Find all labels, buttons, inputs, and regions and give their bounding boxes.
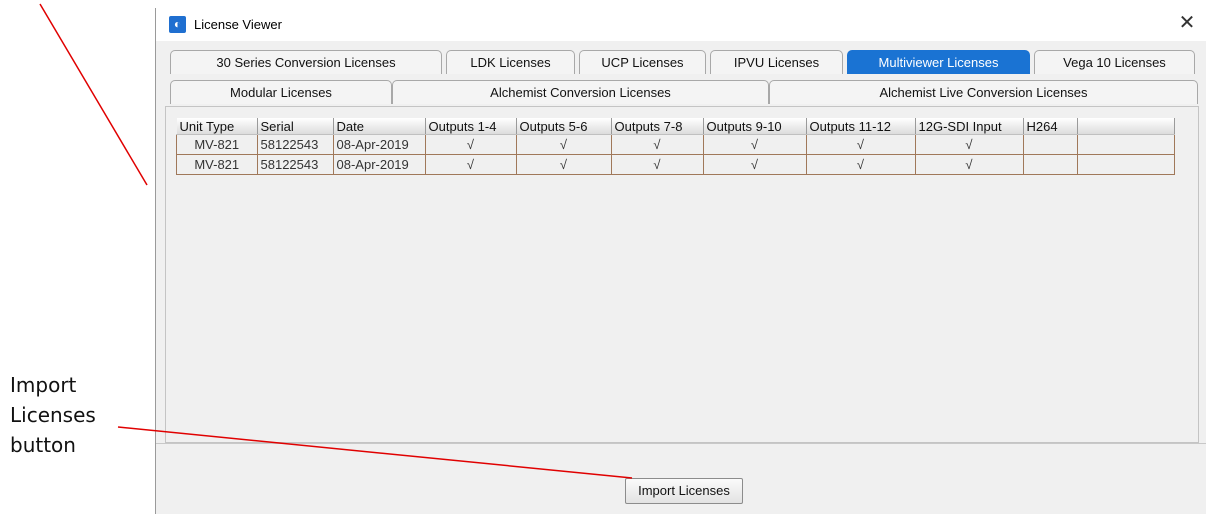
cell-empty (1077, 154, 1175, 175)
col-outputs-1-4[interactable]: Outputs 1-4 (425, 118, 517, 135)
licenses-table: Unit Type Serial Date Outputs 1-4 Output… (176, 118, 1175, 175)
tab-ucp-licenses[interactable]: UCP Licenses (579, 50, 706, 74)
tab-vega-10-licenses[interactable]: Vega 10 Licenses (1034, 50, 1195, 74)
cell-outputs-11-12: √ (806, 134, 916, 155)
annotation-arrow-top (39, 3, 148, 186)
cell-outputs-5-6: √ (516, 154, 612, 175)
cell-unit-type: MV-821 (176, 154, 258, 175)
cell-date: 08-Apr-2019 (333, 154, 426, 175)
tab-30-series-conversion-licenses[interactable]: 30 Series Conversion Licenses (170, 50, 442, 74)
cell-h264 (1023, 134, 1078, 155)
title-bar: ◐ License Viewer ✕ (156, 8, 1206, 41)
col-12g-sdi-input[interactable]: 12G-SDI Input (915, 118, 1024, 135)
cell-outputs-9-10: √ (703, 154, 807, 175)
cell-outputs-11-12: √ (806, 154, 916, 175)
annotation-line-1: Import (10, 373, 77, 397)
tab-row-1: 30 Series Conversion Licenses LDK Licens… (170, 50, 1199, 75)
tab-alchemist-live-conversion-licenses[interactable]: Alchemist Live Conversion Licenses (769, 80, 1198, 104)
cell-serial: 58122543 (257, 134, 334, 155)
cell-empty (1077, 134, 1175, 155)
col-outputs-5-6[interactable]: Outputs 5-6 (516, 118, 612, 135)
cell-outputs-7-8: √ (611, 154, 704, 175)
col-outputs-11-12[interactable]: Outputs 11-12 (806, 118, 916, 135)
tab-ipvu-licenses[interactable]: IPVU Licenses (710, 50, 843, 74)
tab-modular-licenses[interactable]: Modular Licenses (170, 80, 392, 104)
col-outputs-7-8[interactable]: Outputs 7-8 (611, 118, 704, 135)
cell-serial: 58122543 (257, 154, 334, 175)
tab-multiviewer-licenses[interactable]: Multiviewer Licenses (847, 50, 1030, 74)
annotation-label: Import Licenses button (10, 370, 96, 460)
tab-alchemist-conversion-licenses[interactable]: Alchemist Conversion Licenses (392, 80, 769, 104)
license-viewer-window: ◐ License Viewer ✕ 30 Series Conversion … (155, 8, 1206, 514)
cell-12g-sdi-input: √ (915, 154, 1024, 175)
tab-ldk-licenses[interactable]: LDK Licenses (446, 50, 575, 74)
annotation-line-3: button (10, 433, 76, 457)
cell-h264 (1023, 154, 1078, 175)
col-h264[interactable]: H264 (1023, 118, 1078, 135)
col-unit-type[interactable]: Unit Type (176, 118, 258, 135)
window-title: License Viewer (194, 17, 282, 32)
table-header-row: Unit Type Serial Date Outputs 1-4 Output… (176, 118, 1175, 135)
cell-outputs-5-6: √ (516, 134, 612, 155)
app-logo-icon: ◐ (169, 16, 186, 33)
cell-12g-sdi-input: √ (915, 134, 1024, 155)
tab-content-panel: Unit Type Serial Date Outputs 1-4 Output… (165, 106, 1199, 443)
cell-date: 08-Apr-2019 (333, 134, 426, 155)
bottom-separator (156, 443, 1206, 444)
import-licenses-button[interactable]: Import Licenses (625, 478, 743, 504)
annotation-line-2: Licenses (10, 403, 96, 427)
col-serial[interactable]: Serial (257, 118, 334, 135)
cell-outputs-1-4: √ (425, 134, 517, 155)
cell-unit-type: MV-821 (176, 134, 258, 155)
table-row[interactable]: MV-821 58122543 08-Apr-2019 √ √ √ √ √ √ (176, 134, 1175, 155)
tab-row-2: Modular Licenses Alchemist Conversion Li… (170, 80, 1198, 105)
cell-outputs-9-10: √ (703, 134, 807, 155)
col-date[interactable]: Date (333, 118, 426, 135)
cell-outputs-1-4: √ (425, 154, 517, 175)
table-row[interactable]: MV-821 58122543 08-Apr-2019 √ √ √ √ √ √ (176, 154, 1175, 175)
col-outputs-9-10[interactable]: Outputs 9-10 (703, 118, 807, 135)
col-empty[interactable] (1077, 118, 1175, 135)
cell-outputs-7-8: √ (611, 134, 704, 155)
close-button[interactable]: ✕ (1176, 11, 1198, 35)
